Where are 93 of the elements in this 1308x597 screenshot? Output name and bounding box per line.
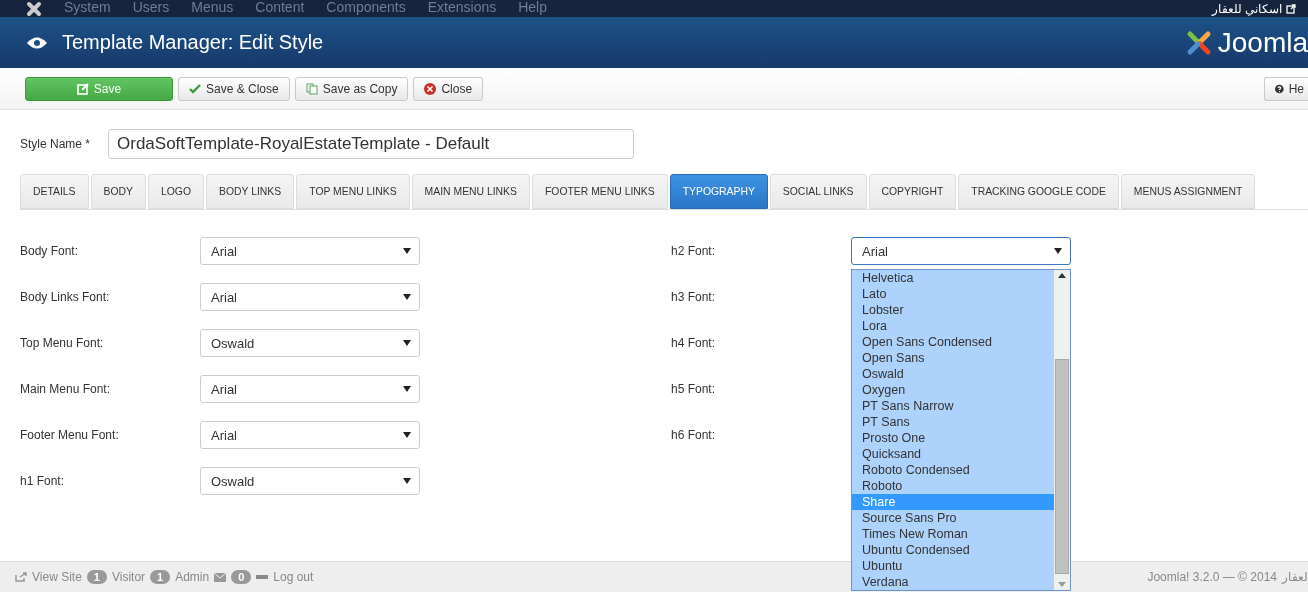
font-select[interactable]: Arial — [851, 237, 1071, 265]
field-label: Body Font: — [20, 244, 80, 258]
dropdown-option[interactable]: Prosto One — [852, 430, 1054, 446]
tab[interactable]: BODY — [90, 174, 146, 209]
style-name-field[interactable]: OrdaSoftTemplate-RoyalEstateTemplate - Default — [108, 129, 634, 159]
site-link[interactable]: اسكاني للعقار — [1211, 1, 1282, 16]
dropdown-option[interactable]: Open Sans Condensed — [852, 334, 1054, 350]
font-select[interactable]: Oswald — [200, 329, 420, 357]
logo-text: Joomla — [1217, 26, 1308, 59]
tab[interactable]: MENUS ASSIGNMENT — [1120, 174, 1256, 209]
dropdown-option[interactable]: Helvetica — [852, 270, 1054, 286]
dropdown-option[interactable]: Quicksand — [852, 446, 1054, 462]
visitors-label: Visitor — [111, 570, 146, 584]
menu-item[interactable]: Menus — [191, 0, 234, 14]
field-label: Footer Menu Font: — [20, 428, 120, 442]
menu-item[interactable]: Help — [518, 0, 547, 14]
count-badge: 1 — [150, 570, 171, 584]
dropdown-option[interactable]: Open Sans — [852, 350, 1054, 366]
toolbar-button[interactable]: Save as Copy — [294, 76, 409, 101]
copy-icon — [305, 82, 318, 95]
dropdown-option[interactable]: Lobster — [852, 302, 1054, 318]
font-select[interactable]: Arial — [200, 375, 420, 403]
dropdown-option[interactable]: Roboto Condensed — [852, 462, 1054, 478]
menu-item[interactable]: System — [64, 0, 111, 14]
caret-icon — [403, 248, 411, 254]
dropdown-option[interactable]: PT Sans Narrow — [852, 398, 1054, 414]
page-title: Template Manager: Edit Style — [62, 31, 324, 54]
external-link-icon — [1286, 3, 1296, 14]
count-badge: 1 — [86, 570, 107, 584]
menu-item[interactable]: Extensions — [427, 0, 497, 14]
tab[interactable]: TOP MENU LINKS — [296, 174, 410, 209]
edit-icon — [76, 82, 89, 95]
help-button[interactable]: He — [1264, 76, 1308, 101]
tab[interactable]: DETAILS — [20, 174, 89, 209]
caret-icon — [403, 432, 411, 438]
tab[interactable]: SOCIAL LINKS — [769, 174, 867, 209]
caret-icon — [403, 478, 411, 484]
field-label: h2 Font: — [671, 244, 717, 258]
tab[interactable]: LOGO — [148, 174, 205, 209]
dropdown-option[interactable]: Ubuntu Condensed — [852, 542, 1054, 558]
field-label: h4 Font: — [671, 336, 717, 350]
field-label: h1 Font: — [20, 474, 66, 488]
check-icon — [189, 82, 201, 95]
font-select[interactable]: Arial — [200, 421, 420, 449]
menu-item[interactable]: Users — [132, 0, 170, 14]
menu-item[interactable]: Components — [326, 0, 406, 14]
field-label: h3 Font: — [671, 290, 717, 304]
field-label: Style Name * — [20, 137, 92, 151]
toolbar-button[interactable]: Close — [413, 76, 484, 101]
envelope-icon — [214, 572, 227, 582]
font-select[interactable]: Arial — [200, 283, 420, 311]
tab[interactable]: FOOTER MENU LINKS — [532, 174, 668, 209]
field-label: Body Links Font: — [20, 290, 111, 304]
help-icon — [1275, 82, 1284, 95]
scrollbar-thumb[interactable] — [1055, 359, 1069, 574]
dropdown-option[interactable]: Oxygen — [852, 382, 1054, 398]
minus-icon — [256, 575, 269, 579]
font-select[interactable]: Oswald — [200, 467, 420, 495]
tab[interactable]: TRACKING GOOGLE CODE — [958, 174, 1119, 209]
dropdown-option[interactable]: PT Sans — [852, 414, 1054, 430]
dropdown-option[interactable]: Verdana — [852, 574, 1054, 590]
tab[interactable]: MAIN MENU LINKS — [411, 174, 530, 209]
eye-icon — [26, 35, 48, 50]
caret-icon — [1054, 248, 1062, 254]
tab[interactable]: TYPOGRAPHY — [669, 174, 768, 209]
dropdown-option[interactable]: Source Sans Pro — [852, 510, 1054, 526]
caret-icon — [403, 386, 411, 392]
font-select[interactable]: Arial — [200, 237, 420, 265]
tab[interactable]: BODY LINKS — [206, 174, 295, 209]
menu-item[interactable]: Content — [255, 0, 305, 14]
dropdown-option[interactable]: Lato — [852, 286, 1054, 302]
dropdown-option[interactable]: Oswald — [852, 366, 1054, 382]
admins-label: Admin — [175, 570, 210, 584]
close-icon — [424, 82, 437, 95]
field-label: h6 Font: — [671, 428, 717, 442]
site-name-text: لعقار — [1282, 570, 1308, 584]
dropdown-option[interactable]: Ubuntu — [852, 558, 1054, 574]
field-label: h5 Font: — [671, 382, 717, 396]
dropdown-option[interactable]: Times New Roman — [852, 526, 1054, 542]
field-label: Top Menu Font: — [20, 336, 105, 350]
dropdown-option[interactable]: Roboto — [852, 478, 1054, 494]
view-site-icon — [15, 572, 27, 582]
caret-icon — [403, 294, 411, 300]
scroll-down-icon[interactable] — [1058, 582, 1066, 587]
dropdown-option[interactable]: Lora — [852, 318, 1054, 334]
count-badge: 0 — [231, 570, 252, 584]
scroll-up-icon[interactable] — [1058, 273, 1066, 278]
caret-icon — [403, 340, 411, 346]
tab[interactable]: COPYRIGHT — [868, 174, 957, 209]
scrollbar[interactable] — [1054, 270, 1070, 590]
toolbar-button[interactable]: Save & Close — [178, 76, 290, 101]
field-label: Main Menu Font: — [20, 382, 112, 396]
version-text: Joomla! 3.2.0 — © 2014 — [1147, 570, 1277, 584]
